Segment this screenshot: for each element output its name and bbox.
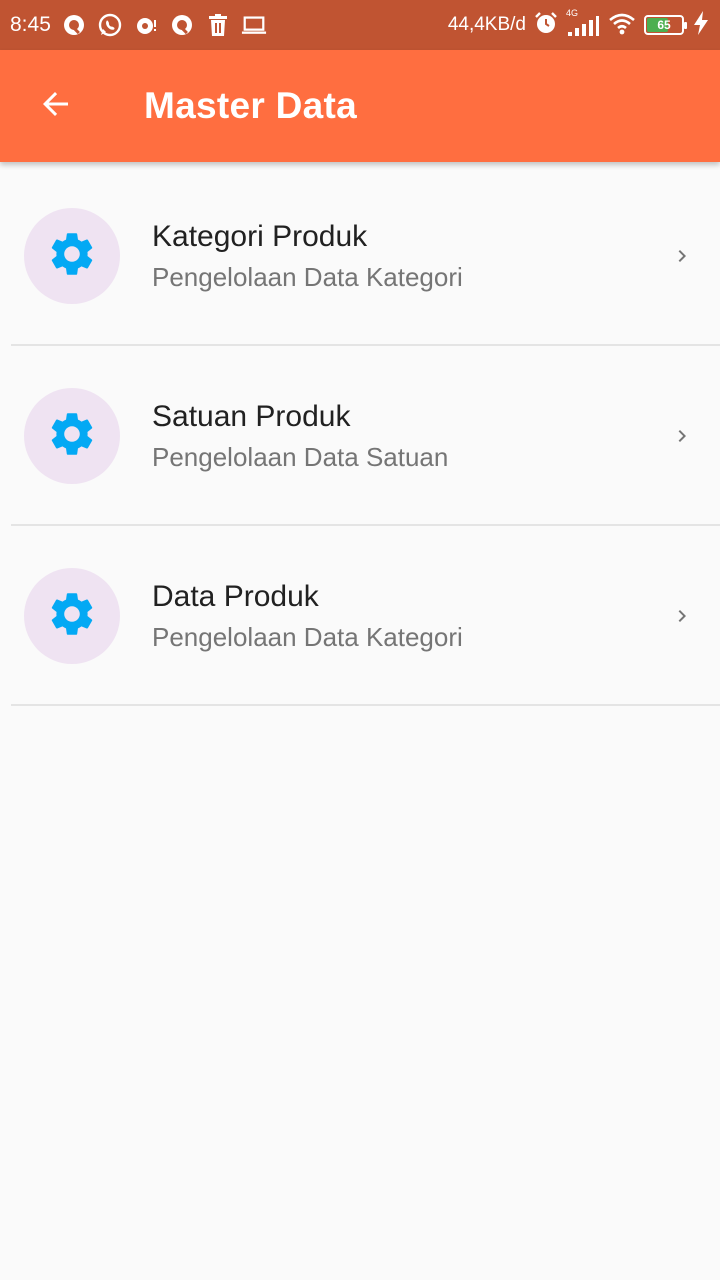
arrow-back-icon — [38, 86, 74, 127]
list-item-satuan-produk[interactable]: Satuan Produk Pengelolaan Data Satuan — [0, 346, 720, 526]
laptop-icon — [241, 12, 267, 38]
whatsapp-icon — [97, 12, 123, 38]
item-texts: Data Produk Pengelolaan Data Kategori — [152, 578, 463, 655]
chevron-right-icon — [670, 244, 694, 268]
item-title: Kategori Produk — [152, 219, 368, 253]
item-subtitle: Pengelolaan Data Satuan — [152, 441, 449, 472]
wifi-icon — [608, 11, 636, 40]
status-right: 44,4KB/d 4G 65 — [447, 8, 710, 40]
list-item-kategori-produk[interactable]: Kategori Produk Pengelolaan Data Kategor… — [0, 166, 720, 346]
charging-icon — [692, 10, 710, 40]
alarm-icon — [534, 11, 558, 40]
item-title: Satuan Produk — [152, 399, 351, 433]
avatar — [24, 568, 120, 664]
notification-app-icon — [133, 12, 159, 38]
status-time: 8:45 — [10, 13, 51, 36]
item-title: Data Produk — [152, 579, 319, 613]
item-subtitle: Pengelolaan Data Kategori — [152, 261, 463, 292]
trash-icon — [205, 12, 231, 38]
battery-level: 65 — [657, 18, 671, 32]
q-app-icon-2 — [169, 12, 195, 38]
master-data-list: Kategori Produk Pengelolaan Data Kategor… — [0, 166, 720, 706]
back-button[interactable] — [28, 78, 84, 134]
item-texts: Kategori Produk Pengelolaan Data Kategor… — [152, 218, 463, 295]
avatar — [24, 388, 120, 484]
list-item-data-produk[interactable]: Data Produk Pengelolaan Data Kategori — [0, 526, 720, 706]
battery-icon: 65 — [644, 15, 687, 35]
status-bar: 8:45 44,4KB/d 4G 65 — [0, 0, 720, 50]
divider — [11, 704, 720, 706]
item-texts: Satuan Produk Pengelolaan Data Satuan — [152, 398, 448, 475]
app-bar: Master Data — [0, 50, 720, 162]
notification-icons — [61, 12, 267, 38]
signal-icon: 4G — [566, 8, 600, 38]
avatar — [24, 208, 120, 304]
chevron-right-icon — [670, 604, 694, 628]
gear-icon — [46, 408, 98, 465]
q-app-icon — [61, 12, 87, 38]
gear-icon — [46, 228, 98, 285]
chevron-right-icon — [670, 424, 694, 448]
item-subtitle: Pengelolaan Data Kategori — [152, 621, 463, 652]
net-speed: 44,4KB/d — [447, 14, 526, 35]
gear-icon — [46, 588, 98, 645]
page-title: Master Data — [144, 85, 358, 126]
